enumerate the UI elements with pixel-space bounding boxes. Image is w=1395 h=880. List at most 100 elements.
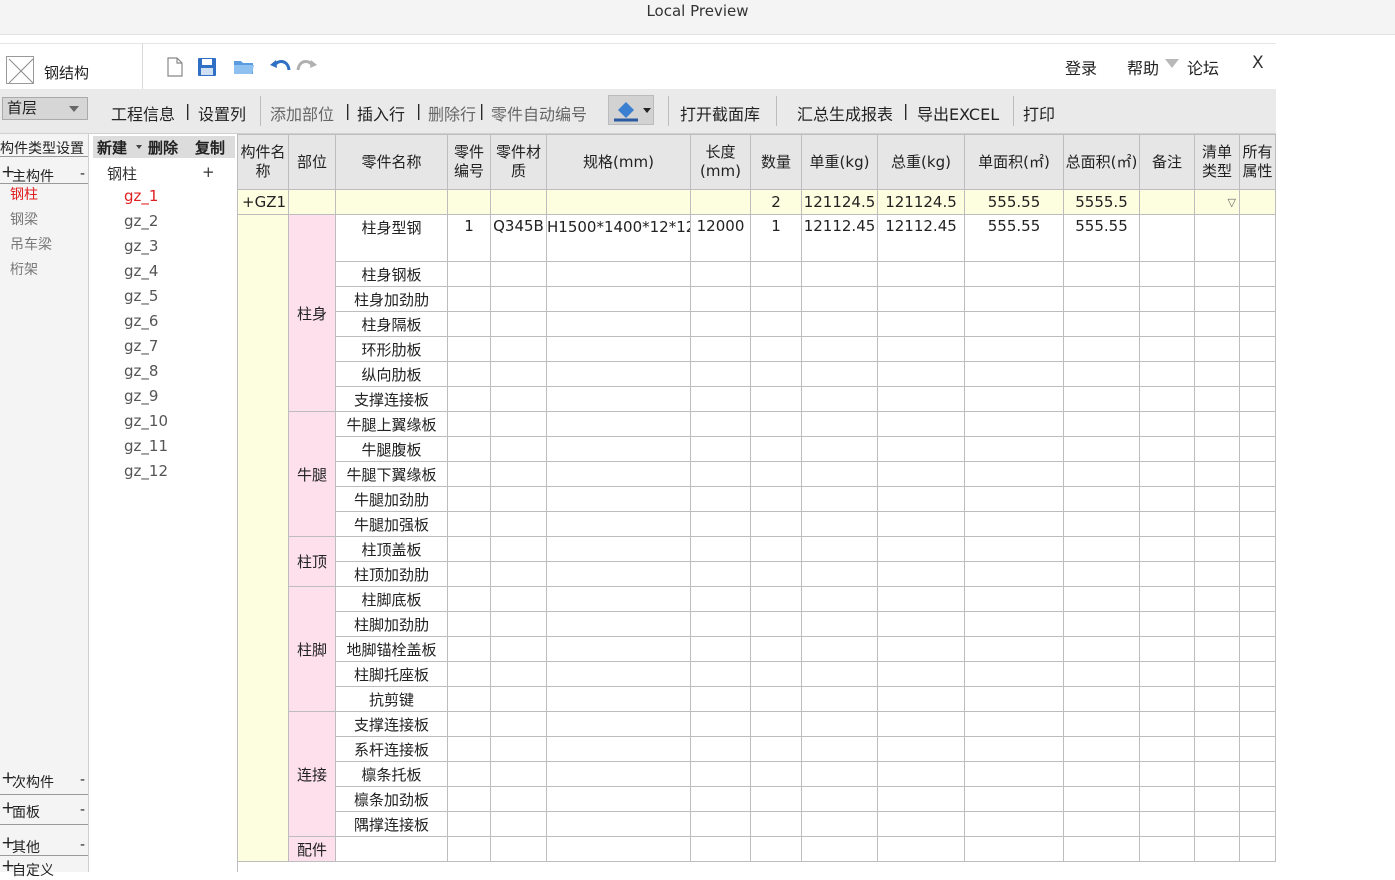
table-row[interactable]: 柱脚 柱脚底板 [238, 586, 1276, 712]
column-header[interactable]: 长度(mm) [690, 134, 751, 190]
table-cell[interactable] [1239, 511, 1276, 537]
table-cell[interactable] [877, 536, 965, 562]
table-cell[interactable] [1063, 836, 1140, 862]
table-cell[interactable] [1139, 611, 1195, 637]
table-cell[interactable] [801, 286, 878, 312]
add-part-button[interactable]: 添加部位 [270, 101, 334, 125]
table-cell[interactable] [1239, 189, 1276, 215]
table-cell[interactable] [1139, 286, 1195, 312]
table-cell[interactable] [490, 811, 547, 837]
table-cell[interactable] [750, 611, 802, 637]
table-cell[interactable] [1239, 311, 1276, 337]
table-cell[interactable] [964, 586, 1064, 612]
table-cell[interactable] [1063, 261, 1140, 287]
table-row[interactable]: 檩条托板 [238, 761, 1276, 787]
component-item[interactable]: gz_3 [124, 237, 158, 255]
table-cell[interactable] [1194, 261, 1240, 287]
table-cell[interactable] [1194, 661, 1240, 687]
table-cell[interactable] [750, 661, 802, 687]
table-cell[interactable] [750, 511, 802, 537]
table-cell[interactable] [490, 336, 547, 362]
spec-cell[interactable]: H1500*1400*12*12 [546, 214, 691, 262]
table-cell[interactable] [750, 636, 802, 662]
table-cell[interactable] [750, 261, 802, 287]
table-cell[interactable] [1194, 286, 1240, 312]
table-row[interactable]: 檩条加劲板 [238, 786, 1276, 812]
part-name-cell[interactable]: 隅撑连接板 [335, 811, 448, 837]
part-name-cell[interactable]: 牛腿上翼缘板 [335, 411, 448, 437]
component-item[interactable]: gz_8 [124, 362, 158, 380]
table-cell[interactable] [801, 511, 878, 537]
part-cell[interactable]: 柱身 [288, 214, 336, 412]
part-cell[interactable]: 连接 [288, 711, 336, 837]
column-header[interactable]: 单重(kg) [801, 134, 878, 190]
filter-dropdown-icon[interactable]: ▽ [1228, 196, 1236, 209]
table-cell[interactable] [447, 311, 491, 337]
table-cell[interactable] [964, 336, 1064, 362]
table-cell[interactable] [1139, 361, 1195, 387]
table-cell[interactable] [750, 811, 802, 837]
floor-select[interactable]: 首层 [2, 97, 88, 120]
table-cell[interactable] [750, 711, 802, 737]
table-cell[interactable] [1139, 736, 1195, 762]
table-cell[interactable] [1239, 386, 1276, 412]
table-cell[interactable] [690, 511, 751, 537]
table-cell[interactable] [801, 461, 878, 487]
new-file-icon[interactable] [164, 56, 186, 78]
table-row[interactable]: 牛腿下翼缘板 [238, 461, 1276, 487]
table-cell[interactable] [1239, 661, 1276, 687]
table-cell[interactable] [447, 461, 491, 487]
part-name-cell[interactable]: 抗剪键 [335, 686, 448, 712]
table-cell[interactable] [546, 561, 691, 587]
table-cell[interactable] [877, 811, 965, 837]
table-cell[interactable] [801, 711, 878, 737]
table-cell[interactable] [490, 386, 547, 412]
unit-weight-cell[interactable]: 121124.5 [801, 189, 878, 215]
table-cell[interactable] [1139, 586, 1195, 612]
table-cell[interactable] [1194, 214, 1240, 262]
table-cell[interactable] [546, 636, 691, 662]
table-cell[interactable] [877, 836, 965, 862]
component-item[interactable]: gz_11 [124, 437, 168, 455]
part-name-cell[interactable]: 柱顶盖板 [335, 536, 448, 562]
table-cell[interactable] [447, 836, 491, 862]
table-cell[interactable] [490, 436, 547, 462]
column-header[interactable]: 构件名称 [237, 134, 289, 190]
table-cell[interactable] [546, 711, 691, 737]
part-name-cell[interactable]: 柱顶加劲肋 [335, 561, 448, 587]
part-name-cell[interactable]: 牛腿下翼缘板 [335, 461, 448, 487]
table-cell[interactable] [1063, 786, 1140, 812]
table-cell[interactable] [490, 286, 547, 312]
table-cell[interactable] [1194, 561, 1240, 587]
part-number-cell[interactable]: 1 [447, 214, 491, 262]
list-type-cell[interactable]: ▽ [1194, 189, 1240, 215]
table-cell[interactable] [447, 436, 491, 462]
table-cell[interactable] [801, 636, 878, 662]
table-cell[interactable] [1239, 586, 1276, 612]
table-cell[interactable] [1194, 336, 1240, 362]
total-area-cell[interactable]: 555.55 [1063, 214, 1140, 262]
table-cell[interactable] [1063, 636, 1140, 662]
table-cell[interactable] [1139, 336, 1195, 362]
table-cell[interactable] [750, 286, 802, 312]
table-cell[interactable] [690, 736, 751, 762]
save-icon[interactable] [196, 56, 218, 78]
table-cell[interactable] [801, 361, 878, 387]
table-cell[interactable] [877, 586, 965, 612]
table-cell[interactable] [447, 411, 491, 437]
table-cell[interactable] [690, 311, 751, 337]
table-cell[interactable] [1239, 361, 1276, 387]
part-name-cell[interactable]: 地脚锚栓盖板 [335, 636, 448, 662]
material-cell[interactable]: Q345B [490, 214, 547, 262]
type-item-crane-beam[interactable]: 吊车梁 [10, 234, 52, 254]
table-cell[interactable] [690, 636, 751, 662]
delete-row-button[interactable]: 删除行 [428, 101, 476, 125]
table-cell[interactable] [801, 386, 878, 412]
part-cell[interactable]: 柱顶 [288, 536, 336, 587]
table-cell[interactable] [490, 261, 547, 287]
table-cell[interactable] [964, 486, 1064, 512]
table-cell[interactable] [750, 336, 802, 362]
table-cell[interactable] [1194, 461, 1240, 487]
table-cell[interactable] [964, 411, 1064, 437]
table-row[interactable]: 地脚锚栓盖板 [238, 636, 1276, 662]
